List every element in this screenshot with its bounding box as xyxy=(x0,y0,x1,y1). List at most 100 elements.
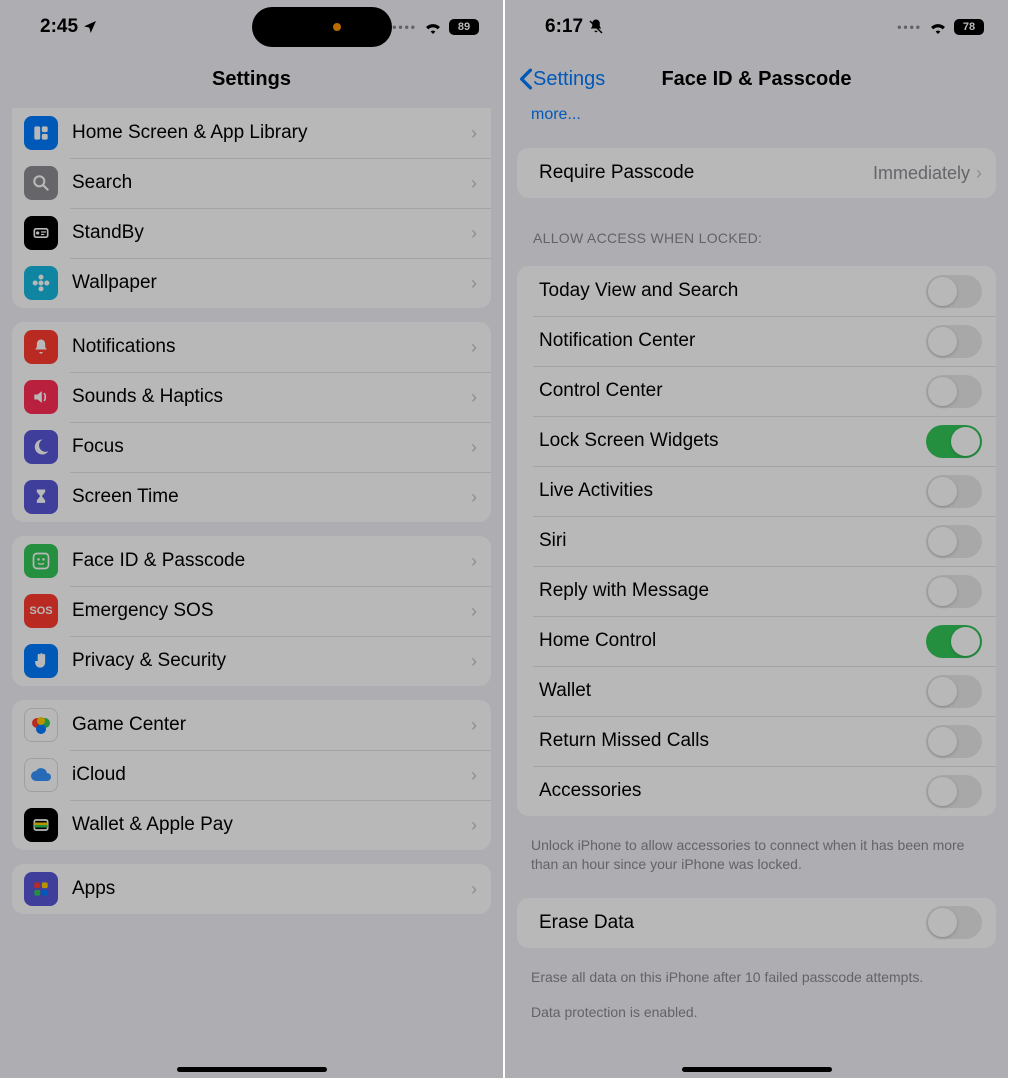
chevron-right-icon: › xyxy=(471,273,477,294)
settings-row-wallet-pay[interactable]: Wallet & Apple Pay› xyxy=(12,800,491,850)
row-label: Game Center xyxy=(72,714,471,736)
lock-access-group: Today View and Search Notification Center… xyxy=(517,266,996,816)
settings-row-game-center[interactable]: Game Center› xyxy=(12,700,491,750)
row-label: Return Missed Calls xyxy=(539,730,926,752)
cellular-icon: •••• xyxy=(897,20,922,34)
cloud-icon xyxy=(24,758,58,792)
settings-group-1: Home Screen & App Library›Search›StandBy… xyxy=(12,108,491,308)
row-label: Live Activities xyxy=(539,480,926,502)
row-label: Reply with Message xyxy=(539,580,926,602)
settings-row-face-id[interactable]: Face ID & Passcode› xyxy=(12,536,491,586)
settings-row-icloud[interactable]: iCloud› xyxy=(12,750,491,800)
settings-row-home-screen[interactable]: Home Screen & App Library› xyxy=(12,108,491,158)
notification-center-toggle[interactable] xyxy=(926,325,982,358)
speaker-icon xyxy=(24,380,58,414)
settings-row-notifications[interactable]: Notifications› xyxy=(12,322,491,372)
settings-row-screen-time[interactable]: Screen Time› xyxy=(12,472,491,522)
row-label: Focus xyxy=(72,436,471,458)
status-bar: 2:45 •••• 89 xyxy=(0,0,503,54)
row-label: Apps xyxy=(72,878,471,900)
nav-bar: Settings xyxy=(0,54,503,104)
toggle-row-notification-center: Notification Center xyxy=(517,316,996,366)
today-view-toggle[interactable] xyxy=(926,275,982,308)
wallet-icon xyxy=(24,808,58,842)
battery-icon: 89 xyxy=(449,19,479,35)
row-label: Emergency SOS xyxy=(72,600,471,622)
home-control-toggle[interactable] xyxy=(926,625,982,658)
dynamic-island xyxy=(252,7,392,47)
toggle-row-siri: Siri xyxy=(517,516,996,566)
flower-icon xyxy=(24,266,58,300)
accessories-toggle[interactable] xyxy=(926,775,982,808)
toggle-row-reply-message: Reply with Message xyxy=(517,566,996,616)
row-label: Screen Time xyxy=(72,486,471,508)
row-label: Notification Center xyxy=(539,330,926,352)
row-label: iCloud xyxy=(72,764,471,786)
data-protection-footer: Data protection is enabled. xyxy=(505,997,1008,1032)
cellular-icon: •••• xyxy=(392,20,417,34)
appgrid-icon xyxy=(24,872,58,906)
right-screenshot: 6:17 •••• 78 Settings Face ID & Passcode… xyxy=(505,0,1010,1078)
nav-bar: Settings Face ID & Passcode xyxy=(505,54,1008,104)
chevron-right-icon: › xyxy=(471,765,477,786)
status-bar: 6:17 •••• 78 xyxy=(505,0,1008,54)
row-label: Sounds & Haptics xyxy=(72,386,471,408)
hand-icon xyxy=(24,644,58,678)
settings-row-search[interactable]: Search› xyxy=(12,158,491,208)
status-time: 2:45 xyxy=(40,16,78,38)
erase-data-group: Erase Data xyxy=(517,898,996,948)
page-title: Face ID & Passcode xyxy=(661,68,851,91)
settings-group-5: Apps› xyxy=(12,864,491,914)
lock-widgets-toggle[interactable] xyxy=(926,425,982,458)
back-label: Settings xyxy=(533,68,605,91)
chevron-right-icon: › xyxy=(471,437,477,458)
row-label: Erase Data xyxy=(539,912,926,934)
back-button[interactable]: Settings xyxy=(519,68,605,91)
chevron-right-icon: › xyxy=(471,487,477,508)
row-label: Face ID & Passcode xyxy=(72,550,471,572)
require-passcode-row[interactable]: Require Passcode Immediately › xyxy=(517,148,996,198)
erase-data-toggle[interactable] xyxy=(926,906,982,939)
settings-row-standby[interactable]: StandBy› xyxy=(12,208,491,258)
left-screenshot: 2:45 •••• 89 Settings Home Screen & App … xyxy=(0,0,505,1078)
face-icon xyxy=(24,544,58,578)
reply-message-toggle[interactable] xyxy=(926,575,982,608)
row-label: Accessories xyxy=(539,780,926,802)
search-icon xyxy=(24,166,58,200)
sos-icon: SOS xyxy=(24,594,58,628)
settings-row-sounds[interactable]: Sounds & Haptics› xyxy=(12,372,491,422)
control-center-toggle[interactable] xyxy=(926,375,982,408)
chevron-right-icon: › xyxy=(471,551,477,572)
siri-toggle[interactable] xyxy=(926,525,982,558)
toggle-row-today-view: Today View and Search xyxy=(517,266,996,316)
row-value: Immediately xyxy=(873,163,970,184)
chevron-right-icon: › xyxy=(471,223,477,244)
row-label: Search xyxy=(72,172,471,194)
settings-group-4: Game Center›iCloud›Wallet & Apple Pay› xyxy=(12,700,491,850)
row-label: Notifications xyxy=(72,336,471,358)
row-label: Wallet & Apple Pay xyxy=(72,814,471,836)
return-calls-toggle[interactable] xyxy=(926,725,982,758)
require-passcode-group: Require Passcode Immediately › xyxy=(517,148,996,198)
settings-row-emergency[interactable]: SOSEmergency SOS› xyxy=(12,586,491,636)
chevron-right-icon: › xyxy=(976,163,982,184)
row-label: Siri xyxy=(539,530,926,552)
grid-icon xyxy=(24,116,58,150)
wifi-icon xyxy=(928,20,948,34)
settings-row-privacy[interactable]: Privacy & Security› xyxy=(12,636,491,686)
live-activities-toggle[interactable] xyxy=(926,475,982,508)
wallet-toggle[interactable] xyxy=(926,675,982,708)
settings-row-apps[interactable]: Apps› xyxy=(12,864,491,914)
toggle-row-wallet: Wallet xyxy=(517,666,996,716)
settings-group-3: Face ID & Passcode› SOS Emergency SOS › Priv… xyxy=(12,536,491,686)
settings-row-wallpaper[interactable]: Wallpaper› xyxy=(12,258,491,308)
settings-group-2: Notifications›Sounds & Haptics›Focus›Scr… xyxy=(12,322,491,522)
row-label: Home Control xyxy=(539,630,926,652)
bell-icon xyxy=(24,330,58,364)
toggle-row-accessories: Accessories xyxy=(517,766,996,816)
settings-row-focus[interactable]: Focus› xyxy=(12,422,491,472)
page-title: Settings xyxy=(212,68,291,91)
more-link[interactable]: more... xyxy=(505,104,1008,134)
toggle-row-live-activities: Live Activities xyxy=(517,466,996,516)
silent-icon xyxy=(587,18,605,36)
